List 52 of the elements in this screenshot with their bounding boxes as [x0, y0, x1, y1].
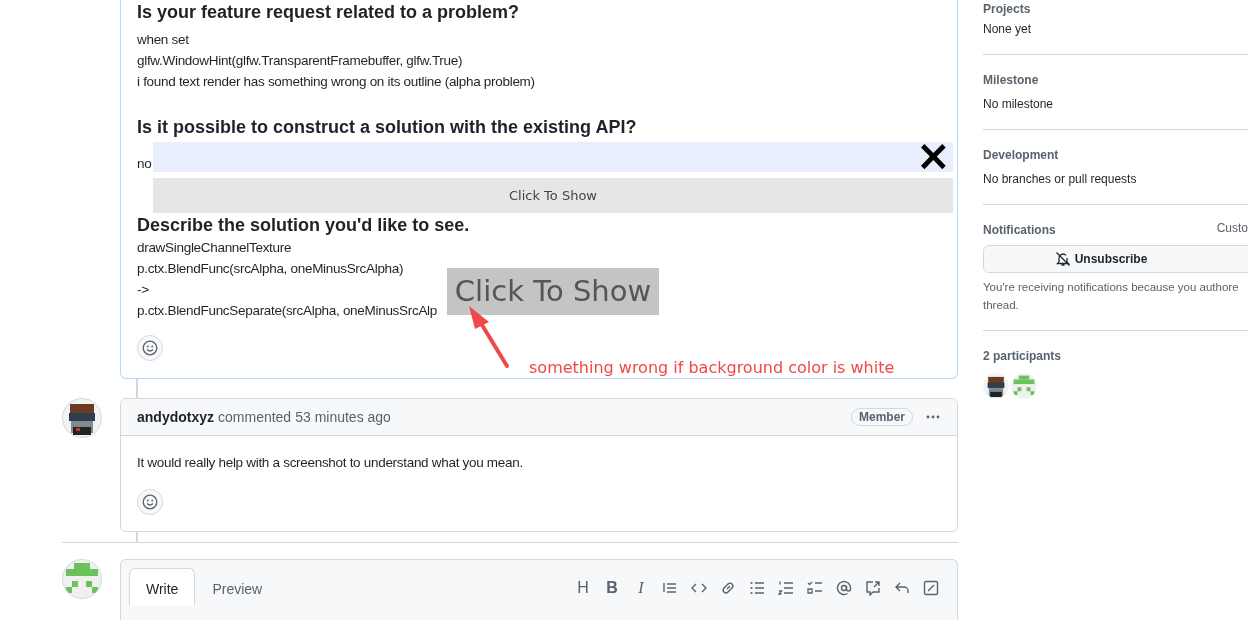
smiley-icon	[142, 340, 158, 356]
author-link[interactable]: andydotxyz	[137, 409, 214, 426]
numbered-list-icon[interactable]	[778, 580, 794, 596]
body-text-line: glfw.WindowHint(glfw.TransparentFramebuffer, glfw.True)	[137, 52, 463, 70]
sidebar-heading: 2 participants	[983, 348, 1063, 365]
section-heading: Is your feature request related to a problem?	[137, 1, 520, 24]
avatar-icon[interactable]	[62, 398, 102, 439]
link-icon[interactable]	[720, 580, 736, 596]
task-list-icon[interactable]	[807, 580, 823, 596]
sidebar-heading: Projects	[983, 1, 1032, 18]
comment-action: commented	[218, 409, 292, 426]
sidebar-value: None yet	[983, 21, 1033, 38]
editor-tab[interactable]: Write	[129, 568, 196, 605]
emoji-reaction-button[interactable]	[137, 489, 163, 516]
body-text-line: no	[137, 155, 152, 173]
body-text-line: p.ctx.BlendFuncSeparate(srcAlpha, oneMinusSrcAlp	[137, 302, 437, 320]
body-text-line: when set	[137, 31, 189, 49]
comment-text: It would really help with a screenshot to understand what you mean.	[137, 454, 523, 473]
body-text-line: ->	[137, 281, 149, 299]
unsubscribe-button[interactable]: Unsubscribe	[983, 245, 1248, 273]
reference-icon[interactable]	[865, 580, 881, 596]
body-text-line: i found text render has something wrong on its outline (alpha problem)	[137, 73, 535, 91]
smiley-icon	[142, 494, 158, 511]
click-to-show-label[interactable]: Click To Show	[447, 268, 659, 315]
fullscreen-icon[interactable]	[923, 580, 939, 596]
section-heading: Describe the solution you'd like to see.	[137, 214, 470, 237]
bulleted-list-icon[interactable]	[749, 580, 765, 596]
reply-icon[interactable]	[894, 580, 910, 596]
quote-icon[interactable]	[662, 580, 678, 596]
muted-bell-icon	[1054, 251, 1071, 267]
format-button[interactable]: H	[575, 579, 591, 597]
sidebar-heading: Notifications	[983, 222, 1056, 239]
mention-icon[interactable]	[836, 580, 852, 596]
close-button[interactable]: ×	[913, 136, 953, 176]
notification-reason-text: thread.	[983, 298, 1020, 313]
click-to-show-bar[interactable]: Click To Show	[153, 178, 953, 213]
sidebar-heading: Development	[983, 147, 1060, 164]
editor-tab[interactable]: Preview	[195, 568, 280, 605]
annotation-text: something wrong if background color is white	[529, 358, 895, 377]
body-text-line: drawSingleChannelTexture	[137, 239, 292, 257]
sidebar-heading: Milestone	[983, 72, 1040, 89]
customize-link[interactable]: Custo	[1216, 221, 1248, 239]
format-button[interactable]: I	[633, 579, 649, 597]
emoji-reaction-button[interactable]	[137, 335, 163, 361]
format-button[interactable]: B	[604, 579, 620, 597]
sidebar-value: No milestone	[983, 96, 1055, 113]
section-heading: Is it possible to construct a solution with the existing API?	[137, 116, 637, 139]
sidebar-value: No branches or pull requests	[983, 171, 1138, 188]
notification-reason-text: You're receiving notifications because you authore	[983, 280, 1240, 295]
comment-time[interactable]: 53 minutes ago	[295, 409, 391, 426]
participant-avatar-icon[interactable]	[983, 373, 1009, 399]
body-text-line: p.ctx.BlendFunc(srcAlpha, oneMinusSrcAlpha)	[137, 260, 404, 278]
